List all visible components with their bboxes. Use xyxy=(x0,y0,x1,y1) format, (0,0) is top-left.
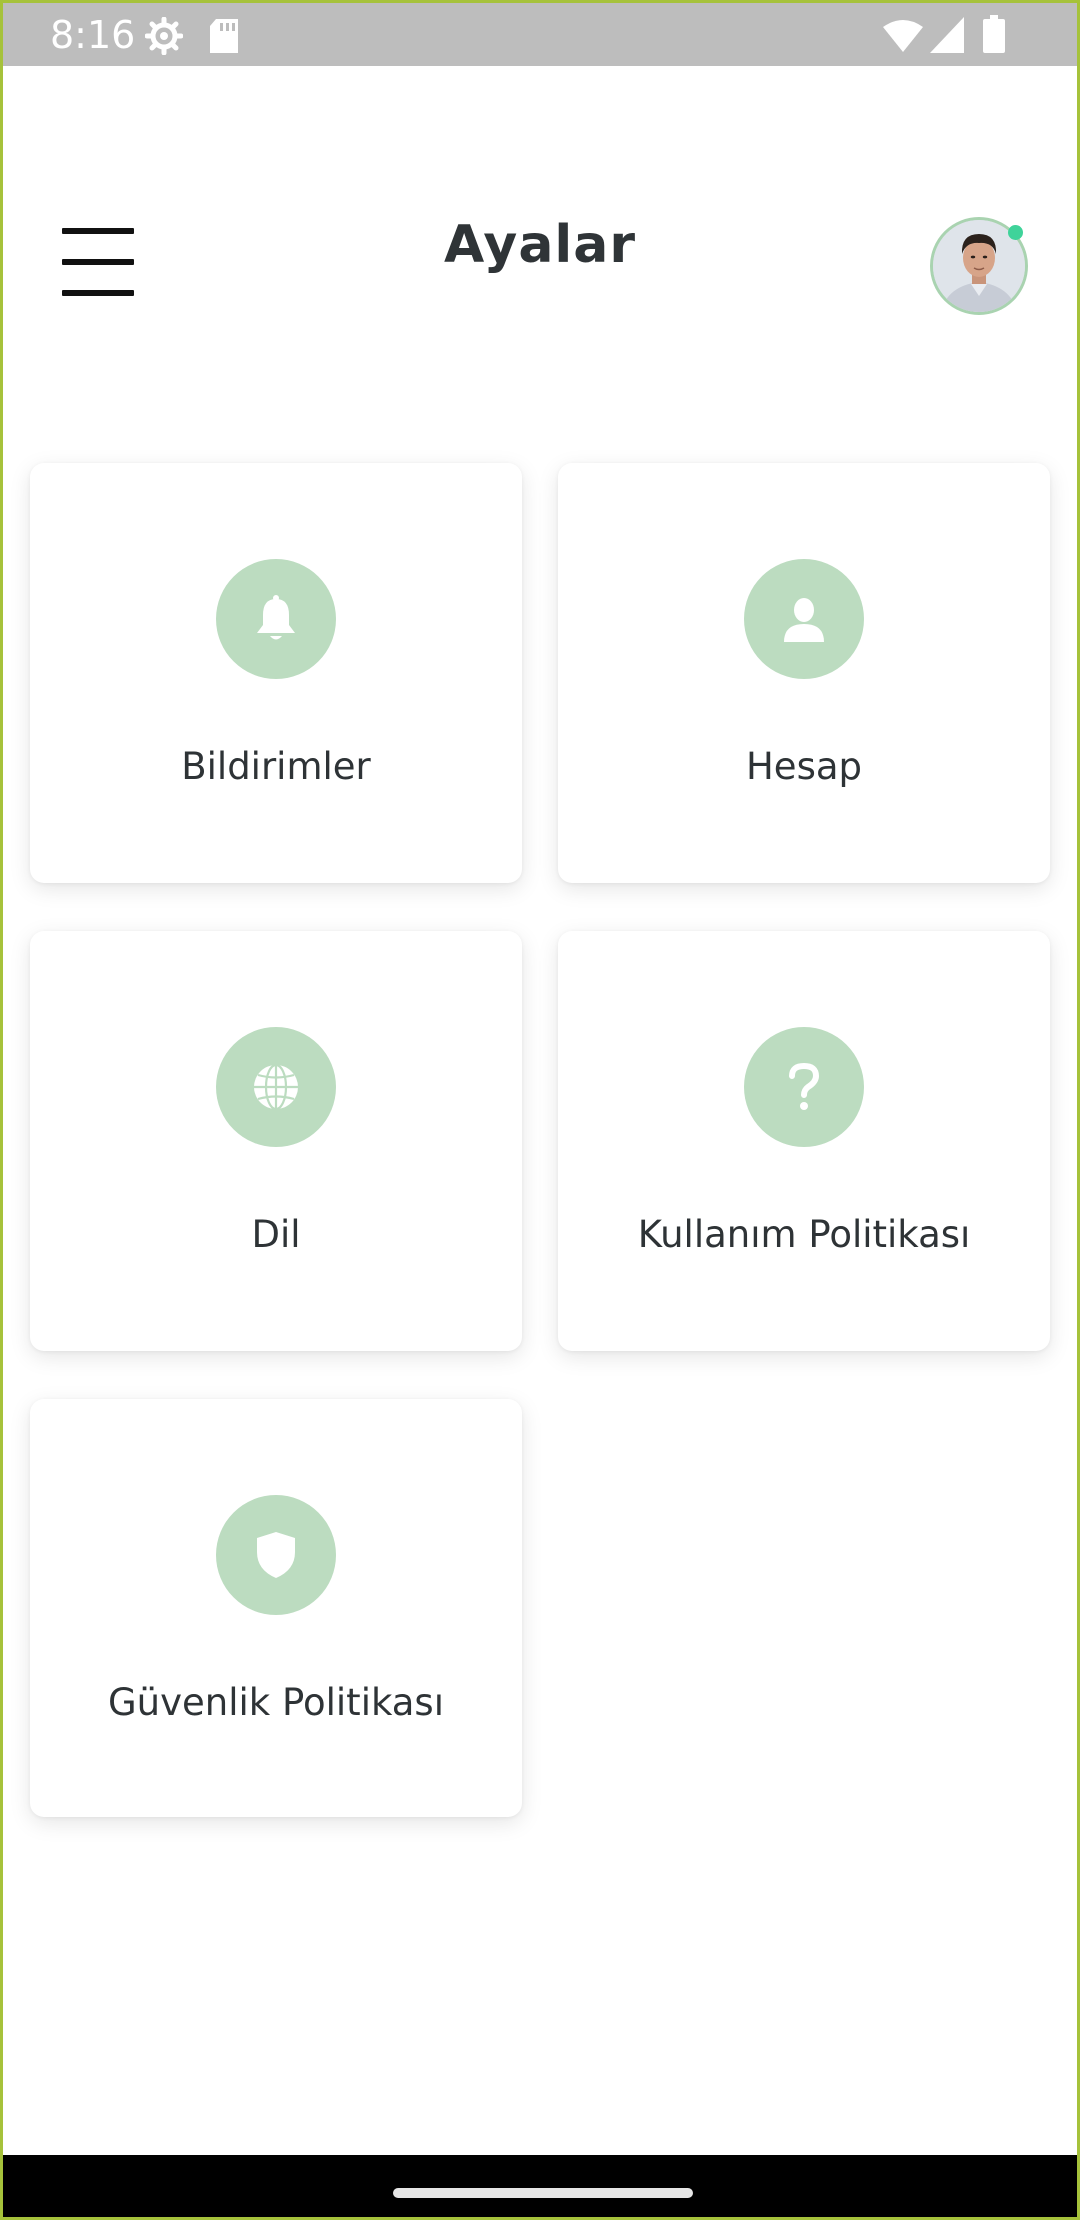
card-notifications[interactable]: Bildirimler xyxy=(30,463,522,883)
sd-card-icon xyxy=(210,19,238,57)
card-security-policy[interactable]: Güvenlik Politikası xyxy=(30,1399,522,1817)
home-gesture-handle[interactable] xyxy=(393,2188,693,2198)
status-bar: 8:16 xyxy=(3,3,1077,66)
online-status-dot xyxy=(1008,225,1023,240)
card-label: Dil xyxy=(251,1213,301,1256)
globe-icon xyxy=(216,1027,336,1147)
wifi-icon xyxy=(883,19,923,57)
card-usage-policy[interactable]: Kullanım Politikası xyxy=(558,931,1050,1351)
card-account[interactable]: Hesap xyxy=(558,463,1050,883)
card-label: Kullanım Politikası xyxy=(637,1213,971,1256)
user-icon xyxy=(744,559,864,679)
signal-icon xyxy=(930,17,964,57)
status-time: 8:16 xyxy=(50,13,136,57)
card-language[interactable]: Dil xyxy=(30,931,522,1351)
battery-icon xyxy=(983,15,1005,57)
card-label: Güvenlik Politikası xyxy=(108,1681,444,1724)
card-label: Bildirimler xyxy=(181,745,371,788)
bell-icon xyxy=(216,559,336,679)
settings-gear-icon xyxy=(144,16,184,59)
question-icon xyxy=(744,1027,864,1147)
settings-screen: 8:16 Ayalar Bildirimler Hesap Dil Kullan… xyxy=(0,0,1080,2220)
shield-icon xyxy=(216,1495,336,1615)
card-label: Hesap xyxy=(745,745,863,788)
page-title: Ayalar xyxy=(444,215,636,275)
